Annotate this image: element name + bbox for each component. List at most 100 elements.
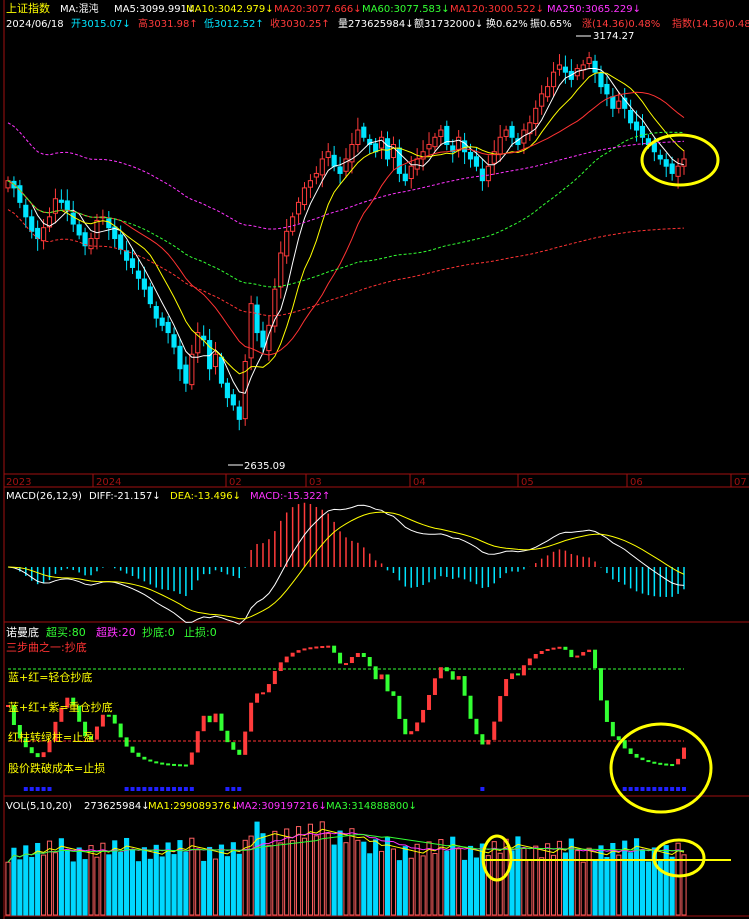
nuoman-bar bbox=[664, 763, 669, 766]
bottom-signal bbox=[172, 787, 177, 791]
candle-body bbox=[159, 317, 165, 326]
nuoman-line3: 红柱转绿柱=止盈 bbox=[8, 730, 94, 744]
nuoman-bar bbox=[284, 656, 289, 663]
candle-body bbox=[467, 151, 474, 160]
nuoman-bar bbox=[474, 718, 479, 735]
nuoman-legend: 蓝+红=轻仓抄底 蓝+红+紫=重仓抄底 红柱转绿柱=止盈 股价跌破成本=止损 bbox=[8, 670, 113, 775]
vol-bar bbox=[242, 839, 248, 916]
candle-body bbox=[384, 138, 391, 160]
nuoman-subtitle: 三步曲之一:抄底 bbox=[6, 640, 87, 654]
vol-bar bbox=[236, 853, 242, 916]
vol-bar bbox=[485, 855, 491, 916]
bottom-signal bbox=[183, 787, 188, 791]
nuoman-bar bbox=[604, 700, 609, 722]
bottom-signal bbox=[130, 787, 135, 791]
low-marker: 2635.09 bbox=[244, 461, 285, 472]
nuoman-bar bbox=[266, 684, 271, 693]
close-label: 收3030.25↑ bbox=[270, 17, 330, 30]
vol-bar bbox=[230, 842, 236, 916]
vol-bar bbox=[177, 840, 183, 916]
nuoman-bar bbox=[385, 674, 390, 692]
vol-ma2: MA2:309197216↓ bbox=[236, 801, 327, 812]
candle-body bbox=[35, 227, 41, 240]
candle-body bbox=[76, 224, 82, 236]
nuoman-bottom: 抄底:0 bbox=[142, 625, 175, 639]
vol-bar bbox=[438, 839, 444, 916]
candle-body bbox=[307, 180, 313, 188]
nuoman-bar bbox=[166, 763, 171, 766]
nuoman-bar bbox=[658, 762, 663, 765]
ma60-label: MA60:3077.583↓ bbox=[362, 4, 450, 15]
bottom-signal bbox=[47, 787, 52, 791]
amount-label: 额31732000↓ bbox=[414, 17, 483, 30]
vol-bar bbox=[284, 828, 290, 916]
bottom-signal bbox=[136, 787, 141, 791]
vol-bar bbox=[319, 821, 325, 916]
macd-header: MACD(26,12,9) DIFF:-21.157↓ DEA:-13.496↓… bbox=[6, 491, 330, 502]
candle-body bbox=[177, 345, 183, 370]
candle-body bbox=[118, 234, 124, 250]
candle-body bbox=[550, 71, 557, 88]
stock-chart: 2023 2024 02 03 04 05 06 07 上证指数 MA:混沌 M… bbox=[3, 0, 749, 919]
vol-bar bbox=[266, 844, 272, 916]
bottom-signal bbox=[646, 787, 651, 791]
x-tick-label: 03 bbox=[309, 477, 322, 488]
macd-dea: DEA:-13.496↓ bbox=[170, 491, 241, 502]
candle-body bbox=[224, 382, 230, 399]
bottom-signal bbox=[148, 787, 153, 791]
candle-body bbox=[390, 144, 397, 159]
vol-bar bbox=[681, 854, 687, 916]
nuoman-bar bbox=[670, 764, 675, 767]
x-tick-label: 07 bbox=[734, 477, 747, 488]
candle-body bbox=[675, 165, 681, 177]
vol-bar bbox=[272, 830, 278, 916]
vol-bar bbox=[224, 856, 230, 916]
nuoman-bar bbox=[225, 730, 230, 743]
nuoman-bar bbox=[154, 761, 159, 764]
vol-ma1: MA1:299089376↓ bbox=[148, 801, 239, 812]
bottom-signal bbox=[682, 787, 686, 791]
ma10-label: MA10:3042.979↓ bbox=[186, 4, 274, 15]
bottom-signal bbox=[664, 787, 669, 791]
nuoman-bar bbox=[468, 695, 473, 719]
nuoman-bar bbox=[314, 646, 319, 649]
nuoman-bar bbox=[367, 657, 372, 667]
candle-body bbox=[497, 136, 503, 155]
candle-body bbox=[379, 136, 385, 149]
bottom-signal bbox=[23, 787, 28, 791]
candle-body bbox=[331, 154, 337, 167]
nuoman-bar bbox=[640, 757, 645, 761]
nuoman-bar bbox=[302, 648, 307, 651]
candle-body bbox=[236, 406, 242, 420]
vol-bar bbox=[402, 846, 408, 916]
candle-body bbox=[135, 270, 142, 279]
high-label: 高3031.98↑ bbox=[138, 17, 198, 30]
nuoman-bar bbox=[361, 653, 366, 658]
candle-body bbox=[82, 232, 88, 247]
vol-bar bbox=[467, 845, 474, 916]
nuoman-bar bbox=[195, 731, 200, 753]
vol-bar bbox=[550, 854, 557, 916]
nuoman-bar bbox=[124, 737, 129, 747]
nuoman-title: 诺曼底 bbox=[6, 625, 39, 639]
candle-body bbox=[23, 204, 29, 218]
nuoman-bar bbox=[272, 671, 277, 685]
x-tick-label: 04 bbox=[413, 477, 426, 488]
bottom-signal bbox=[480, 787, 485, 791]
nuoman-bar bbox=[100, 714, 105, 727]
bottom-signal bbox=[166, 787, 171, 791]
macd-title: MACD(26,12,9) bbox=[6, 491, 82, 502]
nuoman-bar bbox=[112, 714, 117, 724]
candle-body bbox=[230, 394, 236, 406]
nuoman-bar bbox=[563, 646, 568, 650]
nuoman-bar bbox=[409, 731, 414, 735]
nuoman-line4: 股价跌破成本=止损 bbox=[8, 761, 105, 775]
nuoman-bar bbox=[486, 739, 491, 745]
candle-body bbox=[414, 158, 420, 170]
nuoman-bar bbox=[438, 667, 443, 679]
vol-bar bbox=[373, 839, 379, 916]
nuoman-bar bbox=[189, 752, 194, 765]
vol-bar bbox=[361, 841, 367, 916]
vol-bar bbox=[76, 847, 82, 916]
vol-bar bbox=[165, 842, 171, 916]
